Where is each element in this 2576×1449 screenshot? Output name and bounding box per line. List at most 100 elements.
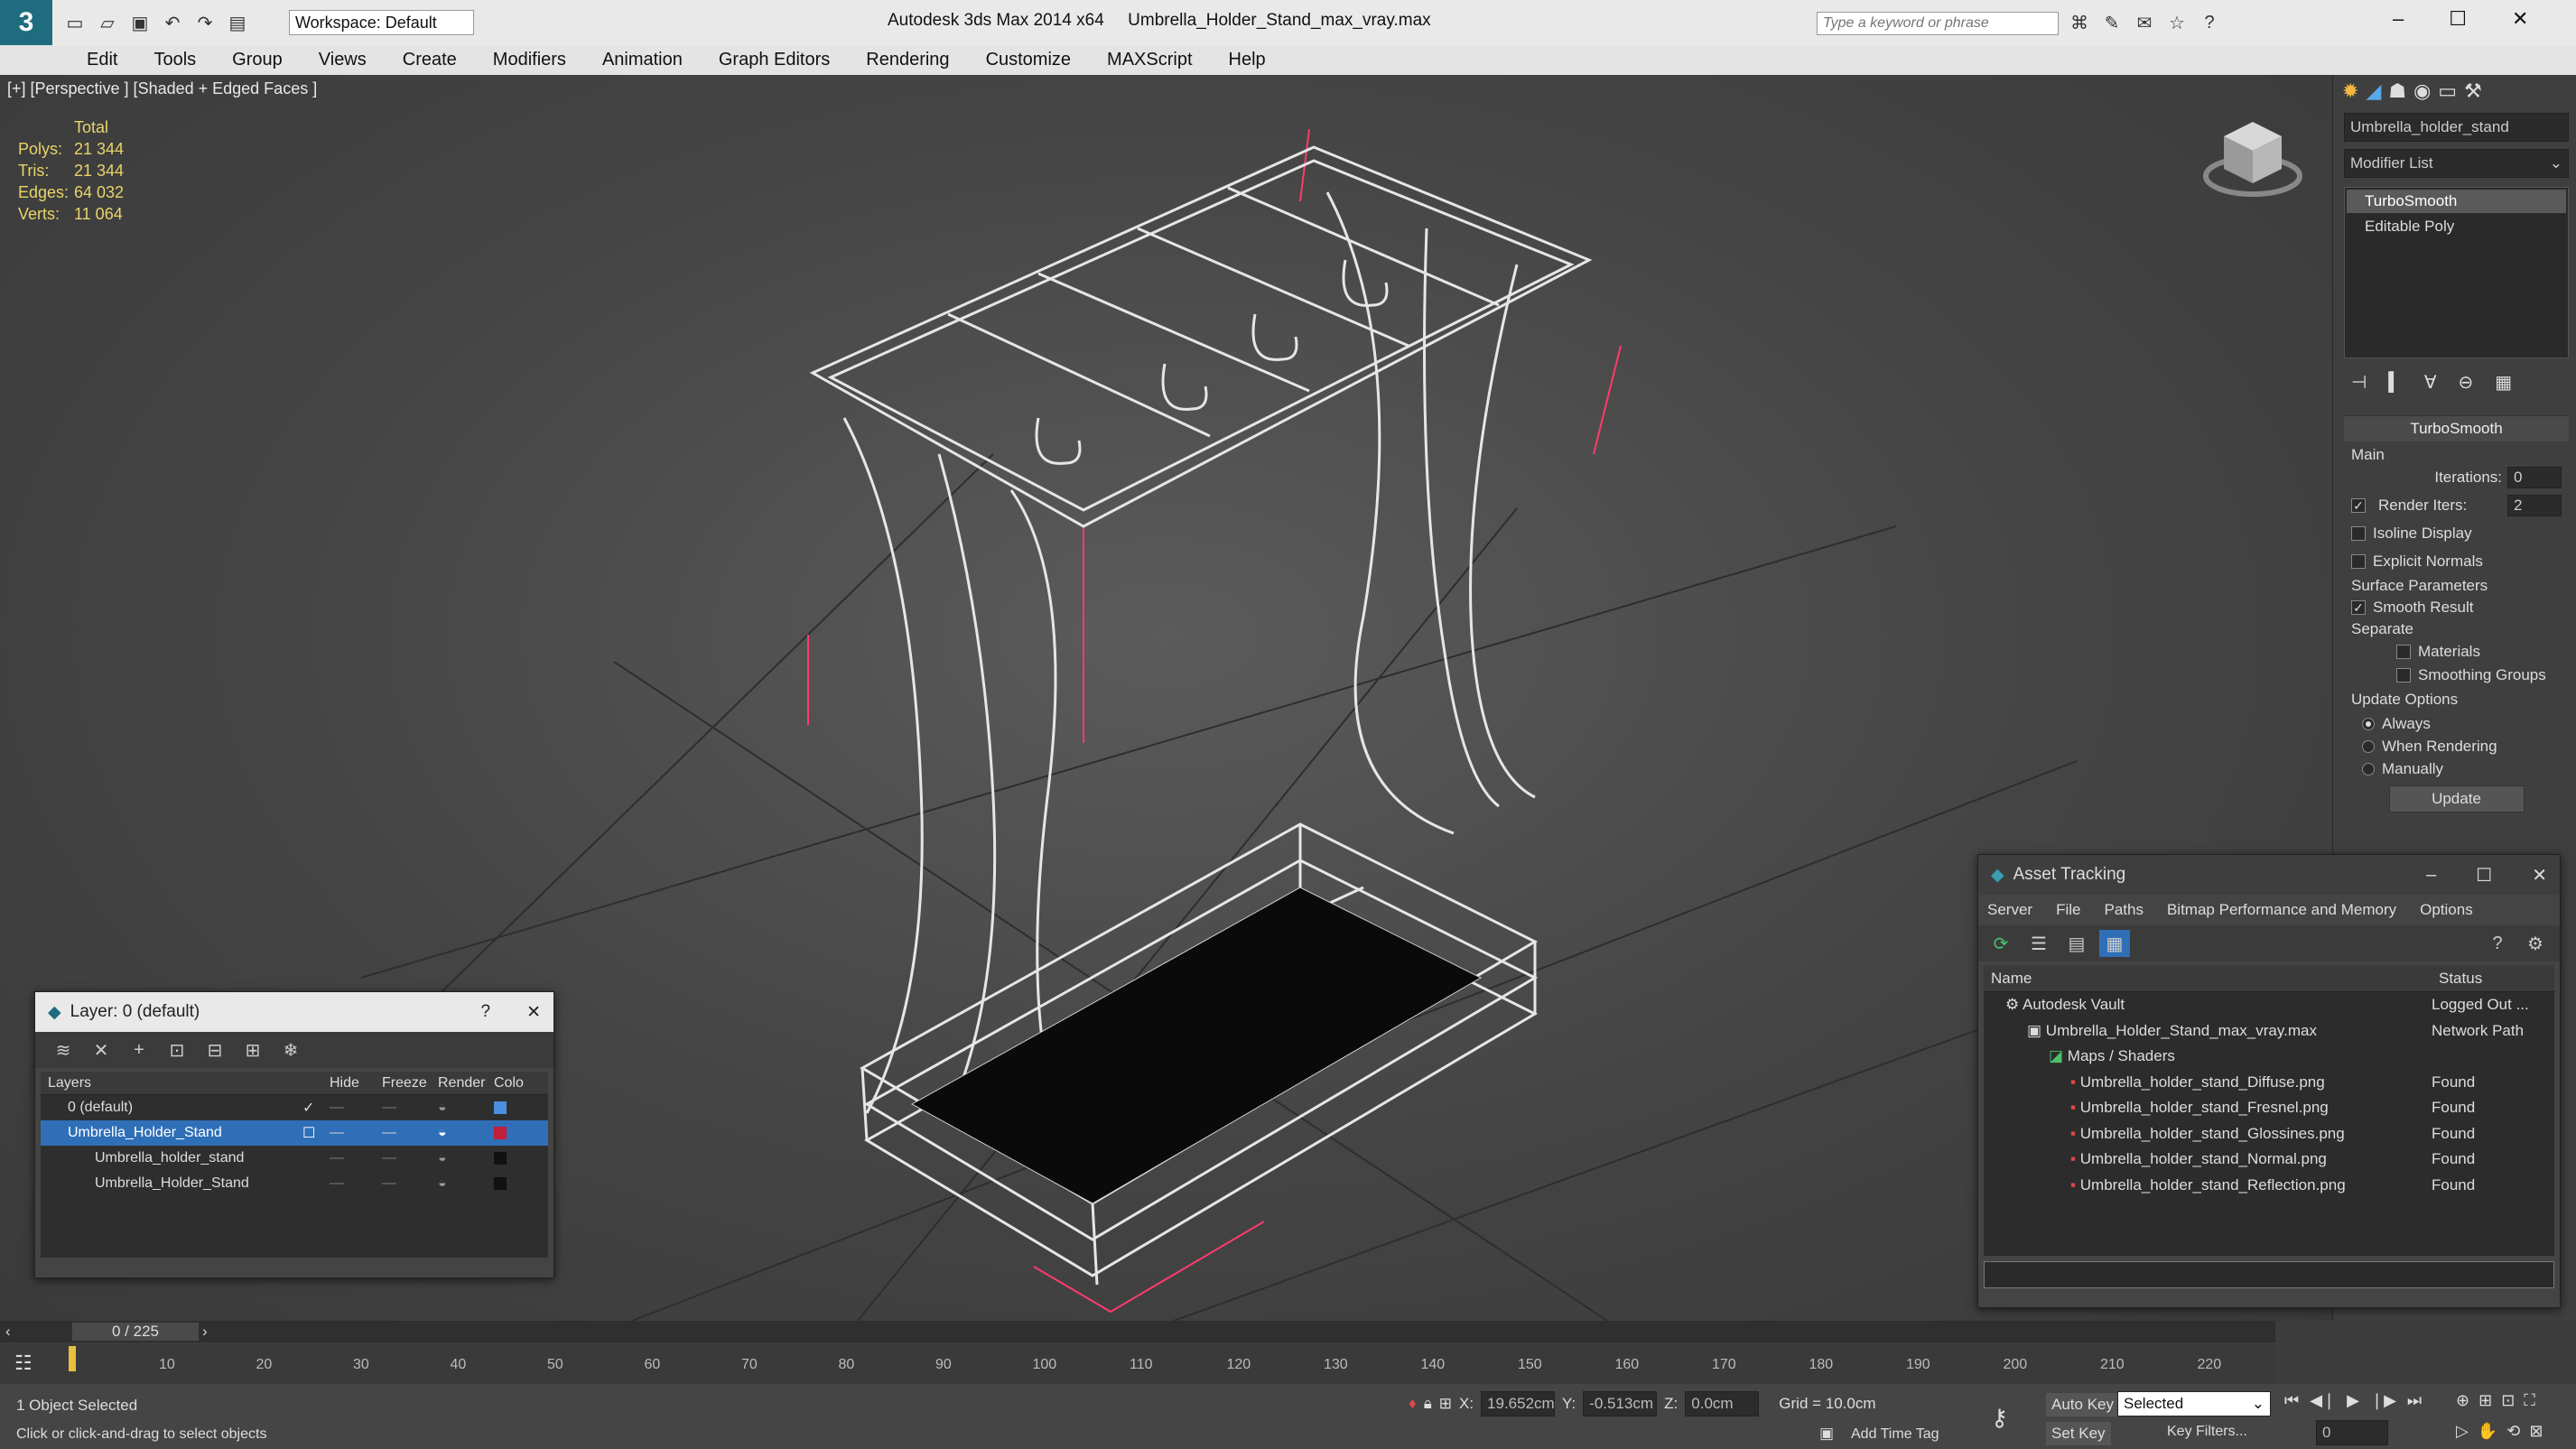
- x-coordinate-field[interactable]: 19.652cm: [1481, 1391, 1556, 1416]
- stack-item-editable-poly[interactable]: Editable Poly: [2347, 215, 2566, 238]
- track-bar[interactable]: ☷ 10 20 30 40 50 60 70 80 90 100 110 120 130 140 150 16…: [0, 1344, 2275, 1384]
- menu-modifiers[interactable]: Modifiers: [475, 45, 584, 75]
- asset-menu-options[interactable]: Options: [2420, 901, 2473, 919]
- configure-sets-icon[interactable]: ▦: [2495, 371, 2512, 394]
- selection-set-dropdown[interactable]: Selected ⌄: [2117, 1391, 2271, 1416]
- help-button[interactable]: ?: [481, 1002, 491, 1022]
- favorites-icon[interactable]: ☆: [2165, 11, 2189, 34]
- materials-checkbox[interactable]: [2396, 645, 2411, 659]
- zoom-icon[interactable]: ⊕: [2456, 1391, 2469, 1410]
- col-hide[interactable]: Hide: [330, 1075, 382, 1091]
- field-of-view-icon[interactable]: ▷: [2456, 1422, 2469, 1441]
- close-button[interactable]: ✕: [2512, 7, 2528, 31]
- project-folder-icon[interactable]: ▤: [226, 11, 249, 34]
- maximize-viewport-icon[interactable]: ⛶: [2524, 1391, 2535, 1410]
- go-to-end-icon[interactable]: ⏭: [2407, 1391, 2422, 1410]
- menu-views[interactable]: Views: [301, 45, 385, 75]
- asset-menu-server[interactable]: Server: [1987, 901, 2032, 919]
- layer-checkbox-icon[interactable]: ☐: [302, 1124, 330, 1142]
- smoothing-groups-checkbox[interactable]: [2396, 668, 2411, 683]
- asset-row[interactable]: ◪ Maps / Shaders: [1984, 1044, 2554, 1070]
- asset-row[interactable]: ▪ Umbrella_holder_stand_Glossines.png Fou…: [1984, 1121, 2554, 1147]
- y-coordinate-field[interactable]: -0.513cm: [1583, 1391, 1658, 1416]
- set-key-button[interactable]: Set Key: [2046, 1422, 2111, 1445]
- delete-layer-icon[interactable]: ✕: [86, 1036, 116, 1064]
- curve-editor-icon[interactable]: ☷: [14, 1351, 33, 1375]
- close-icon[interactable]: ✕: [526, 1002, 541, 1023]
- always-radio[interactable]: [2362, 717, 2375, 730]
- smooth-result-checkbox[interactable]: ✓: [2351, 600, 2366, 615]
- modifier-list-dropdown[interactable]: Modifier List ⌄: [2344, 149, 2569, 178]
- explicit-normals-checkbox[interactable]: [2351, 553, 2366, 569]
- zoom-all-icon[interactable]: ⊞: [2478, 1391, 2492, 1410]
- time-slider[interactable]: ‹ 0 / 225 ›: [0, 1321, 2275, 1342]
- remove-modifier-icon[interactable]: ⊖: [2459, 371, 2474, 394]
- add-to-layer-icon[interactable]: +: [124, 1036, 154, 1064]
- hide-all-icon[interactable]: ⊞: [237, 1036, 268, 1064]
- hierarchy-tab-icon[interactable]: ☗: [2388, 79, 2406, 103]
- undo-icon[interactable]: ↶: [161, 11, 184, 34]
- refresh-icon[interactable]: ⟳: [1985, 930, 2016, 957]
- menu-rendering[interactable]: Rendering: [848, 45, 967, 75]
- col-freeze[interactable]: Freeze: [382, 1075, 438, 1091]
- table-view-icon[interactable]: ▤: [2061, 930, 2092, 957]
- menu-edit[interactable]: Edit: [69, 45, 135, 75]
- save-icon[interactable]: ▣: [128, 11, 152, 34]
- update-button[interactable]: Update: [2388, 785, 2525, 813]
- current-frame-field[interactable]: 0: [2316, 1420, 2388, 1445]
- add-time-tag-icon[interactable]: ▣: [1819, 1425, 1834, 1443]
- motion-tab-icon[interactable]: ◉: [2413, 79, 2431, 103]
- lock-icon[interactable]: 🔒︎: [1424, 1395, 1432, 1413]
- menu-customize[interactable]: Customize: [968, 45, 1089, 75]
- minimize-icon[interactable]: –: [2426, 865, 2436, 886]
- modify-tab-icon[interactable]: ◢: [2366, 79, 2381, 103]
- orbit-icon[interactable]: ⟲: [2506, 1422, 2520, 1441]
- when-rendering-radio[interactable]: [2362, 739, 2375, 753]
- go-to-start-icon[interactable]: ⏮: [2284, 1391, 2299, 1410]
- col-layers[interactable]: Layers: [41, 1075, 330, 1091]
- highlight-layer-icon[interactable]: ⊟: [200, 1036, 230, 1064]
- binoculars-icon[interactable]: ⌘: [2068, 11, 2091, 34]
- asset-row[interactable]: ▪ Umbrella_holder_stand_Reflection.png Fo…: [1984, 1173, 2554, 1199]
- pan-icon[interactable]: ✋: [2478, 1422, 2497, 1441]
- help-icon[interactable]: ?: [2198, 11, 2221, 34]
- help-icon[interactable]: ?: [2482, 930, 2513, 957]
- asset-row[interactable]: ▣ Umbrella_Holder_Stand_max_vray.max Netw…: [1984, 1018, 2554, 1045]
- layer-row[interactable]: 0 (default) ✓ — — ◒: [41, 1095, 548, 1120]
- utilities-tab-icon[interactable]: ⚒: [2464, 79, 2482, 103]
- next-frame-icon[interactable]: ›: [199, 1323, 208, 1341]
- freeze-all-icon[interactable]: ❄: [275, 1036, 306, 1064]
- col-name[interactable]: Name: [1984, 970, 2432, 988]
- layer-color-swatch[interactable]: [494, 1177, 507, 1190]
- create-tab-icon[interactable]: ✹: [2342, 79, 2358, 103]
- asset-menu-file[interactable]: File: [2056, 901, 2080, 919]
- asset-path-field[interactable]: [1984, 1261, 2554, 1288]
- make-unique-icon[interactable]: ∀: [2424, 371, 2437, 394]
- transform-mode-icon[interactable]: ⊞: [1439, 1395, 1452, 1413]
- layer-color-swatch[interactable]: [494, 1101, 507, 1114]
- auto-key-button[interactable]: Auto Key: [2046, 1393, 2119, 1416]
- app-logo[interactable]: 3: [0, 0, 52, 45]
- close-icon[interactable]: ✕: [2532, 864, 2547, 887]
- menu-animation[interactable]: Animation: [584, 45, 701, 75]
- manually-radio[interactable]: [2362, 762, 2375, 776]
- turbosmooth-rollout-title[interactable]: TurboSmooth: [2344, 415, 2569, 441]
- menu-maxscript[interactable]: MAXScript: [1089, 45, 1210, 75]
- asset-row[interactable]: ⚙ Autodesk Vault Logged Out ...: [1984, 992, 2554, 1018]
- list-view-icon[interactable]: ☰: [2023, 930, 2054, 957]
- menu-help[interactable]: Help: [1211, 45, 1284, 75]
- time-slider-frame[interactable]: 0 / 225: [72, 1323, 199, 1341]
- z-coordinate-field[interactable]: 0.0cm: [1685, 1391, 1760, 1416]
- stack-item-turbosmooth[interactable]: TurboSmooth: [2347, 190, 2566, 213]
- asset-menu-paths[interactable]: Paths: [2104, 901, 2143, 919]
- minimize-button[interactable]: –: [2393, 7, 2404, 31]
- layer-row[interactable]: Umbrella_Holder_Stand — — ◒: [41, 1171, 548, 1196]
- pin-stack-icon[interactable]: ⊣: [2351, 371, 2367, 394]
- maximize-button[interactable]: ☐: [2449, 7, 2467, 31]
- menu-graph-editors[interactable]: Graph Editors: [701, 45, 848, 75]
- layer-row[interactable]: Umbrella_Holder_Stand ☐ — — ◒: [41, 1120, 548, 1146]
- new-file-icon[interactable]: ▭: [63, 11, 87, 34]
- col-render[interactable]: Render: [438, 1075, 494, 1091]
- show-end-result-icon[interactable]: ▍: [2388, 371, 2402, 394]
- create-layer-icon[interactable]: ≋: [48, 1036, 79, 1064]
